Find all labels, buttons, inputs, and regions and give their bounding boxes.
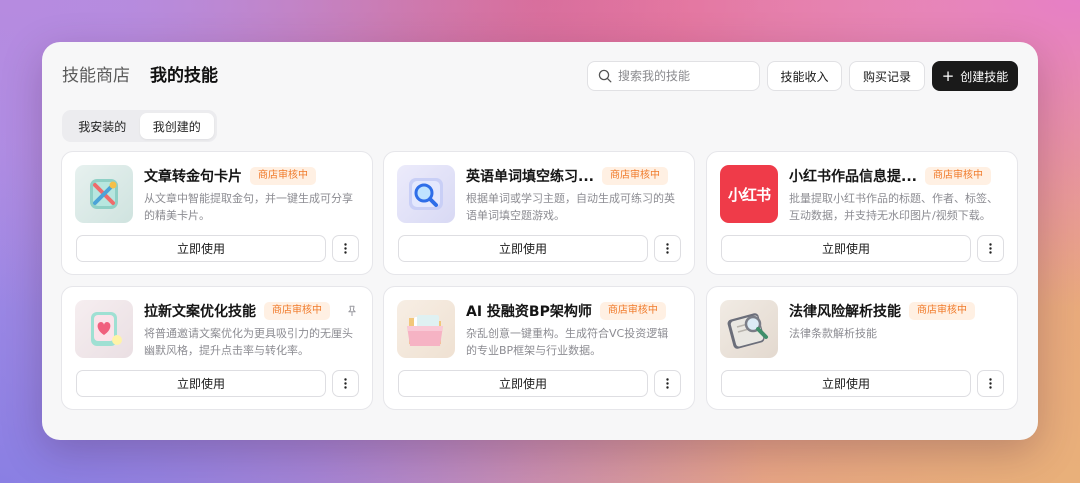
skill-card: 拉新文案优化技能 商店审核中 将普通邀请文案优化为更具吸引力的无厘头幽默风格，提… bbox=[61, 286, 373, 410]
more-vertical-icon bbox=[666, 378, 669, 389]
plus-icon: + bbox=[941, 66, 955, 85]
card-title: 拉新文案优化技能 bbox=[144, 304, 256, 320]
heart-phone-icon bbox=[75, 300, 133, 358]
search-box[interactable] bbox=[587, 61, 760, 91]
card-title-row: 拉新文案优化技能 商店审核中 bbox=[144, 301, 358, 321]
more-options-button[interactable] bbox=[332, 370, 359, 397]
card-description: 从文章中智能提取金句，并一键生成可分享的精美卡片。 bbox=[144, 192, 353, 222]
more-vertical-icon bbox=[989, 243, 992, 254]
search-icon bbox=[598, 69, 612, 83]
card-description: 法律条款解析技能 bbox=[789, 327, 877, 340]
card-title-row: 法律风险解析技能 商店审核中 bbox=[789, 301, 1003, 321]
use-now-button[interactable]: 立即使用 bbox=[76, 235, 326, 262]
card-title: 小红书作品信息提... bbox=[789, 169, 917, 185]
use-now-button[interactable]: 立即使用 bbox=[398, 370, 648, 397]
more-options-button[interactable] bbox=[654, 370, 681, 397]
install-create-segment: 我安装的 我创建的 bbox=[62, 110, 217, 142]
legal-magnifier-icon bbox=[720, 300, 778, 358]
use-now-button[interactable]: 立即使用 bbox=[398, 235, 648, 262]
skill-card: 法律风险解析技能 商店审核中 法律条款解析技能 立即使用 bbox=[706, 286, 1018, 410]
more-options-button[interactable] bbox=[332, 235, 359, 262]
skill-card: 小红书 小红书作品信息提... 商店审核中 批量提取小红书作品的标题、作者、标签… bbox=[706, 151, 1018, 275]
card-description: 杂乱创意一键重构。生成符合VC投资逻辑的专业BP框架与行业数据。 bbox=[466, 327, 669, 357]
more-vertical-icon bbox=[344, 243, 347, 254]
card-title-row: 文章转金句卡片 商店审核中 bbox=[144, 166, 358, 186]
segment-created[interactable]: 我创建的 bbox=[139, 113, 214, 139]
purchase-history-button[interactable]: 购买记录 bbox=[849, 61, 925, 91]
use-now-button[interactable]: 立即使用 bbox=[721, 370, 971, 397]
review-status-badge: 商店审核中 bbox=[601, 167, 668, 185]
card-title-row: AI 投融资BP架构师 商店审核中 bbox=[466, 301, 680, 321]
review-status-badge: 商店审核中 bbox=[250, 167, 316, 185]
skill-income-button[interactable]: 技能收入 bbox=[767, 61, 842, 91]
pin-icon[interactable] bbox=[346, 305, 358, 317]
create-skill-button[interactable]: + 创建技能 bbox=[932, 61, 1018, 91]
card-title: 法律风险解析技能 bbox=[789, 304, 901, 320]
card-title-row: 英语单词填空练习... 商店审核中 bbox=[466, 166, 680, 186]
review-status-badge: 商店审核中 bbox=[924, 167, 991, 185]
tools-icon bbox=[75, 165, 133, 223]
review-status-badge: 商店审核中 bbox=[909, 302, 975, 320]
tab-skill-store[interactable]: 技能商店 bbox=[62, 65, 130, 87]
more-options-button[interactable] bbox=[654, 235, 681, 262]
top-bar: 技能商店 我的技能 技能收入 购买记录 + 创建技能 bbox=[62, 60, 1018, 92]
more-options-button[interactable] bbox=[977, 370, 1004, 397]
create-skill-label: 创建技能 bbox=[960, 69, 1009, 84]
more-vertical-icon bbox=[666, 243, 669, 254]
search-input[interactable] bbox=[618, 69, 748, 83]
segment-installed[interactable]: 我安装的 bbox=[65, 113, 140, 139]
magnifier-icon bbox=[397, 165, 455, 223]
xiaohongshu-logo-text: 小红书 bbox=[727, 185, 771, 204]
review-status-badge: 商店审核中 bbox=[264, 302, 330, 320]
card-title: 英语单词填空练习... bbox=[466, 169, 594, 185]
skill-card: 文章转金句卡片 商店审核中 从文章中智能提取金句，并一键生成可分享的精美卡片。 … bbox=[61, 151, 373, 275]
xiaohongshu-logo-icon: 小红书 bbox=[720, 165, 778, 223]
more-vertical-icon bbox=[989, 378, 992, 389]
review-status-badge: 商店审核中 bbox=[599, 302, 666, 320]
card-description: 将普通邀请文案优化为更具吸引力的无厘头幽默风格，提升点击率与转化率。 bbox=[144, 327, 353, 357]
use-now-button[interactable]: 立即使用 bbox=[721, 235, 971, 262]
card-description: 批量提取小红书作品的标题、作者、标签、互动数据，并支持无水印图片/视频下载。 bbox=[789, 192, 998, 222]
card-title: 文章转金句卡片 bbox=[144, 169, 242, 185]
tab-my-skills[interactable]: 我的技能 bbox=[150, 65, 218, 87]
more-options-button[interactable] bbox=[977, 235, 1004, 262]
more-vertical-icon bbox=[344, 378, 347, 389]
card-title-row: 小红书作品信息提... 商店审核中 bbox=[789, 166, 1003, 186]
folder-icon bbox=[397, 300, 455, 358]
card-description: 根据单词或学习主题，自动生成可练习的英语单词填空题游戏。 bbox=[466, 192, 675, 222]
skill-card: AI 投融资BP架构师 商店审核中 杂乱创意一键重构。生成符合VC投资逻辑的专业… bbox=[383, 286, 695, 410]
use-now-button[interactable]: 立即使用 bbox=[76, 370, 326, 397]
skills-window: 技能商店 我的技能 技能收入 购买记录 + 创建技能 我安装的 我创建的 bbox=[42, 42, 1038, 440]
card-title: AI 投融资BP架构师 bbox=[466, 304, 592, 320]
skill-card: 英语单词填空练习... 商店审核中 根据单词或学习主题，自动生成可练习的英语单词… bbox=[383, 151, 695, 275]
